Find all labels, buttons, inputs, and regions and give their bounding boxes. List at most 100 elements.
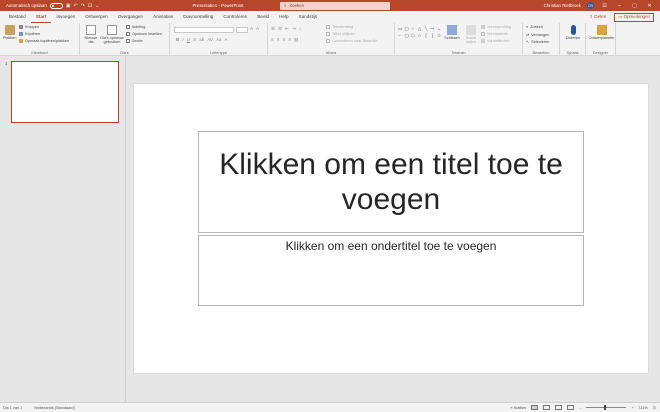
italic-icon[interactable]: I <box>182 37 183 42</box>
shapes-gallery[interactable]: ▭ ▢ ○ △ ╲ ⇨ ⌄ ⌐ ▢ ⬡ ☆{} ✩ <box>397 26 442 39</box>
elbow-shape-icon[interactable]: ⌐ <box>397 33 403 39</box>
rounded-rect-shape-icon[interactable]: ▢ <box>404 33 410 39</box>
tab-help[interactable]: Help <box>274 11 293 23</box>
line-spacing-icon[interactable]: ↕ <box>299 26 301 32</box>
tab-bestand[interactable]: Bestand <box>4 11 31 23</box>
tab-controleren[interactable]: Controleren <box>218 11 252 23</box>
tab-invoegen[interactable]: Invoegen <box>51 11 80 23</box>
save-icon[interactable]: ▣ <box>66 3 71 9</box>
triangle-shape-icon[interactable]: △ <box>417 26 423 32</box>
present-icon[interactable]: ⊡ <box>88 3 92 9</box>
title-placeholder[interactable]: Klikken om een titel toe te voegen <box>198 131 584 233</box>
maximize-icon[interactable]: ▢ <box>630 3 639 9</box>
reading-view-icon[interactable] <box>555 405 563 410</box>
undo-icon[interactable]: ↶ <box>74 3 78 9</box>
underline-icon[interactable]: U <box>187 37 190 42</box>
slide-canvas[interactable]: Klikken om een titel toe te voegen Klikk… <box>134 84 648 373</box>
arrow-shape-icon[interactable]: ⇨ <box>430 26 436 32</box>
brace-close-shape-icon[interactable]: } <box>430 33 436 39</box>
cut-button[interactable]: Knippen <box>19 25 39 29</box>
strikethrough-icon[interactable]: ab <box>199 37 204 42</box>
align-right-icon[interactable]: ≡ <box>283 37 286 43</box>
normal-view-icon[interactable] <box>531 405 539 410</box>
paste-button[interactable]: Plakken <box>3 25 17 40</box>
fit-to-window-icon[interactable]: ⊡ <box>653 405 656 410</box>
copy-button[interactable]: Kopiëren <box>19 32 40 36</box>
spacing-icon[interactable]: AV <box>207 37 213 42</box>
zoom-slider[interactable] <box>586 405 627 410</box>
shape-effects-button[interactable]: Vormeffecten <box>481 39 509 43</box>
quick-styles-button[interactable]: Snelle stijlen <box>462 25 480 44</box>
shape-outline-button[interactable]: Vormomtrek <box>481 32 507 36</box>
subtitle-placeholder[interactable]: Klikken om een ondertitel toe te voegen <box>198 235 584 306</box>
comments-button[interactable]: ▭ Opmerkingen <box>614 12 654 22</box>
close-icon[interactable]: ✕ <box>645 3 654 9</box>
rect-shape-icon[interactable]: ▢ <box>404 26 410 32</box>
shrink-font-icon[interactable]: A <box>256 26 259 31</box>
ribbon-display-icon[interactable]: ⊡ <box>600 3 609 9</box>
shadow-icon[interactable]: S <box>193 37 196 42</box>
more-shapes-icon[interactable]: ⌄ <box>436 26 442 32</box>
share-button[interactable]: ⇪ Delen <box>589 14 606 20</box>
tab-beeld[interactable]: Beeld <box>252 11 274 23</box>
font-size-select[interactable] <box>236 27 248 33</box>
hexagon-shape-icon[interactable]: ⬡ <box>410 33 416 39</box>
reset-button[interactable]: Opnieuw instellen <box>126 32 162 36</box>
line-shape-icon[interactable]: ╲ <box>423 26 429 32</box>
tab-animaties[interactable]: Animaties <box>148 11 178 23</box>
design-ideas-button[interactable]: Ontwerpideeën <box>588 25 615 40</box>
case-icon[interactable]: Aa <box>216 37 221 42</box>
redo-icon[interactable]: ↷ <box>81 3 85 9</box>
user-name[interactable]: Christian Rietbroek <box>544 3 581 8</box>
tab-overgangen[interactable]: Overgangen <box>113 11 148 23</box>
columns-icon[interactable]: ▥ <box>294 37 298 43</box>
tab-sandstijs[interactable]: Sandstijs <box>294 11 323 23</box>
align-text-button[interactable]: Tekst uitlijnen <box>326 32 355 36</box>
arrange-button[interactable]: Schikken <box>444 25 460 40</box>
brace-shape-icon[interactable]: { <box>423 33 429 39</box>
tab-start[interactable]: Start <box>30 11 52 23</box>
search-box[interactable]: ⌕ Zoeken <box>280 1 390 10</box>
increase-indent-icon[interactable]: ⇥ <box>292 26 296 32</box>
customize-qat-icon[interactable]: ⌄ <box>95 3 99 9</box>
font-color-icon[interactable]: A <box>225 37 228 42</box>
reuse-slides-button[interactable]: Dia's opnieuw gebruiken <box>100 25 124 44</box>
bold-icon[interactable]: B <box>176 37 179 42</box>
tab-diavoorstelling[interactable]: Diavoorstelling <box>178 11 218 23</box>
find-button[interactable]: ⌕ Zoeken <box>526 25 543 29</box>
oval-shape-icon[interactable]: ○ <box>410 26 416 32</box>
replace-button[interactable]: ⇄ Vervangen <box>526 32 549 38</box>
tab-ontwerpen[interactable]: Ontwerpen <box>80 11 112 23</box>
align-center-icon[interactable]: ≡ <box>277 37 280 43</box>
select-button[interactable]: ↖ Selecteren <box>526 39 549 45</box>
slide-sorter-icon[interactable] <box>543 405 551 410</box>
font-name-select[interactable] <box>174 27 234 33</box>
zoom-in-icon[interactable]: + <box>631 406 633 410</box>
text-direction-button[interactable]: Tekstrichting <box>326 25 353 29</box>
shape-fill-button[interactable]: Vormopvulling <box>481 25 511 29</box>
avatar[interactable]: CR <box>587 2 594 9</box>
star-alt-shape-icon[interactable]: ✩ <box>436 33 442 39</box>
smartart-button[interactable]: Converteren naar SmartArt <box>326 39 378 43</box>
zoom-out-icon[interactable]: – <box>579 406 581 410</box>
autosave-toggle[interactable] <box>49 2 63 9</box>
grow-font-icon[interactable]: A <box>250 26 253 31</box>
slide-thumbnail[interactable] <box>11 61 119 123</box>
format-painter-button[interactable]: Opmaak kopiëren/plakken <box>19 39 69 43</box>
minimize-icon[interactable]: – <box>615 3 624 9</box>
notes-button[interactable]: ≡ Notities <box>510 406 526 410</box>
dictate-button[interactable]: Dicteren <box>563 25 583 40</box>
slideshow-icon[interactable] <box>567 405 575 410</box>
justify-icon[interactable]: ≡ <box>288 37 291 43</box>
language-indicator[interactable]: Nederlands (Standaard) <box>34 406 75 410</box>
section-button[interactable]: Sectie <box>126 39 143 43</box>
bullets-icon[interactable]: ☰ <box>271 26 275 32</box>
textbox-shape-icon[interactable]: ▭ <box>397 26 403 32</box>
numbering-icon[interactable]: ☰ <box>278 26 282 32</box>
decrease-indent-icon[interactable]: ⇤ <box>285 26 289 32</box>
zoom-level[interactable]: 111% <box>639 406 648 410</box>
align-left-icon[interactable]: ≡ <box>271 37 274 43</box>
star-shape-icon[interactable]: ☆ <box>417 33 423 39</box>
layout-button[interactable]: Indeling <box>126 25 145 29</box>
new-slide-button[interactable]: Nieuwe dia <box>83 25 99 44</box>
